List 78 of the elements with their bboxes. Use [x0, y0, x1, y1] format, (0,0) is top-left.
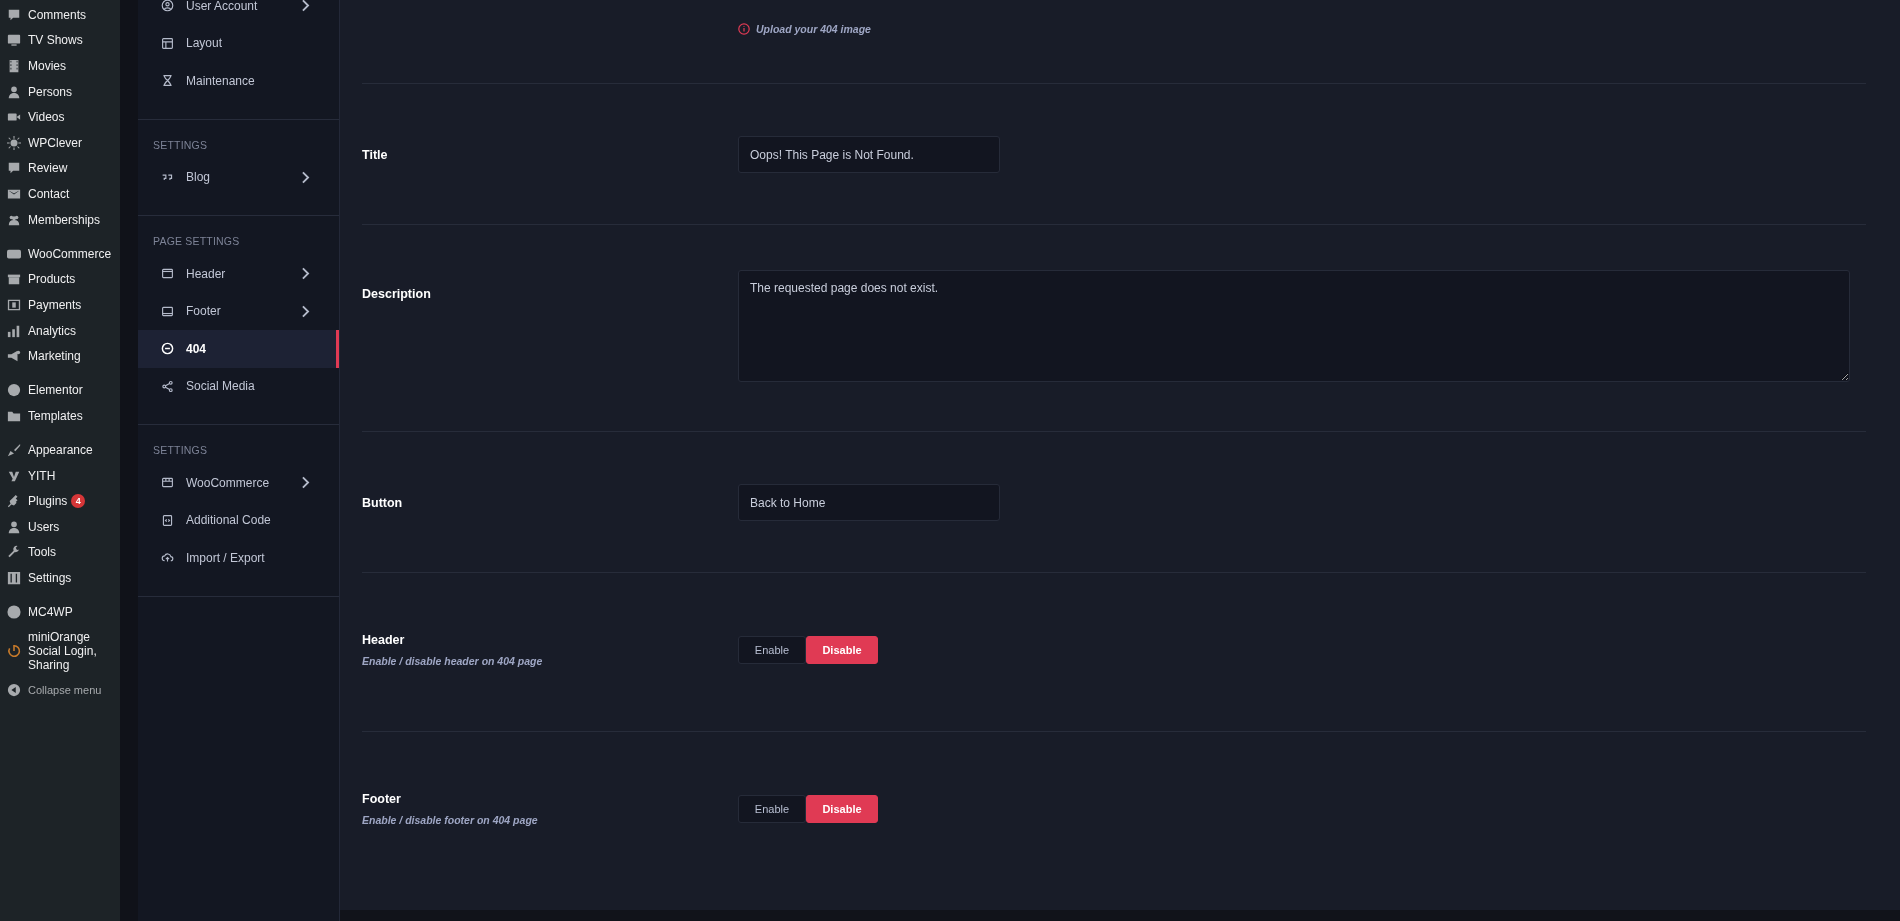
admin-menu-item[interactable]: Elementor — [0, 377, 120, 404]
admin-menu-item[interactable]: MC4WP — [0, 599, 120, 626]
admin-menu-item[interactable]: Memberships — [0, 206, 120, 233]
admin-menu-item[interactable]: Contact — [0, 181, 120, 207]
admin-menu-item[interactable]: Comments — [0, 2, 120, 28]
admin-menu-item[interactable]: WPClever — [0, 129, 120, 156]
hourglass-icon — [161, 74, 174, 88]
share-icon — [161, 379, 174, 393]
sliders-icon — [7, 571, 21, 586]
admin-menu-item[interactable]: Videos — [0, 104, 120, 130]
settings-nav-item[interactable]: User Account — [138, 0, 339, 25]
field-label: Description — [362, 287, 432, 301]
admin-menu-item[interactable]: Persons — [0, 78, 120, 105]
paintbrush-icon — [7, 443, 21, 458]
film-strip-icon — [7, 59, 21, 73]
admin-menu-item[interactable]: Tools — [0, 539, 120, 566]
storefront-icon — [161, 476, 174, 490]
dollar-card-icon — [7, 297, 21, 312]
settings-nav-item[interactable]: Additional Code — [138, 501, 339, 539]
admin-menu-item[interactable]: Movies — [0, 53, 120, 79]
megaphone-icon — [7, 349, 21, 364]
admin-menu-item[interactable]: Users — [0, 514, 120, 540]
field-label: Button — [362, 495, 404, 510]
admin-menu-item[interactable]: YITH — [0, 462, 120, 489]
admin-menu-item[interactable]: Templates — [0, 403, 120, 429]
settings-nav-item[interactable]: Social Media — [138, 367, 339, 405]
admin-menu-item[interactable]: TV Shows — [0, 27, 120, 54]
settings-nav-item[interactable]: Blog — [138, 158, 339, 196]
field-description: Enable / disable footer on 404 page — [362, 814, 539, 826]
info-circle-icon — [738, 23, 750, 35]
toggle-option-button[interactable]: Disable — [806, 636, 878, 664]
admin-menu-item[interactable]: Analytics — [0, 317, 120, 344]
speech-bubble-icon — [7, 7, 21, 22]
admin-menu-item[interactable]: Settings — [0, 565, 120, 591]
admin-menu-item[interactable]: WooCommerce — [0, 240, 120, 267]
admin-menu-item[interactable]: Review — [0, 155, 120, 182]
section-heading: PAGE SETTINGS — [152, 234, 241, 248]
person-icon — [7, 519, 21, 534]
section-heading: SETTINGS — [152, 137, 209, 152]
admin-menu-item[interactable]: Appearance — [0, 437, 120, 463]
section-heading: SETTINGS — [152, 443, 209, 457]
settings-nav-item[interactable]: Import / Export — [138, 539, 339, 577]
monitor-icon — [7, 33, 21, 48]
bar-chart-icon — [7, 323, 21, 338]
toggle-option-button[interactable]: Disable — [806, 795, 878, 823]
layout-icon — [161, 36, 174, 50]
field-label: Footer — [362, 792, 402, 806]
toggle-option-button[interactable]: Enable — [738, 636, 806, 664]
admin-menu-item[interactable]: Payments — [0, 292, 120, 318]
settings-nav-item[interactable]: Footer — [138, 292, 339, 330]
admin-menu-item[interactable]: Plugins 4 — [0, 488, 120, 515]
text-input-field[interactable]: Oops! This Page is Not Found. — [738, 136, 1000, 173]
field-label: Title — [362, 147, 389, 162]
field-label: Header — [362, 633, 406, 647]
archive-box-icon — [7, 272, 21, 287]
code-file-icon — [161, 513, 174, 527]
textarea-field[interactable]: The requested page does not exist. — [738, 270, 1850, 382]
upload-hint: Upload your 404 image — [756, 23, 871, 35]
field-description: Enable / disable header on 404 page — [362, 655, 544, 667]
laptop-icon — [161, 304, 174, 318]
toggle-option-button[interactable]: Enable — [738, 795, 806, 823]
person-icon — [7, 84, 21, 99]
power-ring-icon — [7, 644, 21, 659]
minus-circle-icon — [161, 342, 174, 356]
collapse-menu-button[interactable]: Collapse menu — [0, 677, 120, 704]
cloud-upload-icon — [161, 551, 174, 565]
text-input-field[interactable]: Back to Home — [738, 484, 1000, 521]
settings-nav-item[interactable]: Layout — [138, 24, 339, 62]
update-count-badge: 4 — [71, 494, 86, 509]
settings-nav-item[interactable]: Header — [138, 255, 339, 293]
settings-nav-item[interactable]: Maintenance — [138, 62, 339, 100]
settings-nav-item[interactable]: WooCommerce — [138, 464, 339, 502]
settings-nav-item[interactable]: 404 — [138, 330, 339, 368]
admin-menu-item[interactable]: Products — [0, 266, 120, 293]
window-icon — [161, 267, 174, 281]
admin-menu-item[interactable]: miniOrange Social Login, Sharing — [0, 625, 120, 678]
admin-menu-item[interactable]: Marketing — [0, 343, 120, 369]
wrench-icon — [7, 545, 21, 560]
